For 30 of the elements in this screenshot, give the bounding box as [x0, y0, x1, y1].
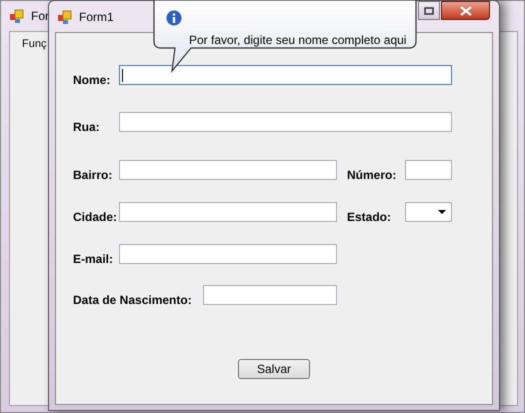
text-caret	[122, 68, 123, 82]
field-label: E-mail:	[73, 251, 114, 268]
input-field[interactable]	[119, 160, 337, 180]
info-icon	[166, 10, 182, 26]
field-label: Rua:	[73, 119, 101, 136]
dropdown-arrow-icon	[438, 210, 446, 214]
input-field[interactable]	[119, 65, 452, 85]
field-label: Cidade:	[73, 209, 118, 226]
field-label: Número:	[347, 167, 398, 184]
input-field[interactable]	[203, 285, 337, 305]
window-title: For	[31, 8, 49, 25]
field-label: Data de Nascimento:	[73, 292, 193, 309]
input-field[interactable]	[405, 160, 452, 180]
field-label: Nome:	[73, 72, 112, 89]
save-button[interactable]: Salvar	[238, 359, 310, 379]
close-icon	[460, 6, 472, 16]
window-title: Form1	[79, 9, 114, 26]
input-field[interactable]	[119, 244, 337, 264]
field-label: Bairro:	[73, 167, 114, 184]
close-button[interactable]	[441, 1, 490, 20]
input-field[interactable]	[119, 202, 337, 222]
restore-icon	[424, 6, 434, 14]
field-label: Estado:	[347, 209, 392, 226]
maximize-button[interactable]	[418, 1, 440, 20]
input-field[interactable]	[119, 112, 452, 132]
menu-item[interactable]: Funç	[22, 36, 46, 52]
dropdown[interactable]	[405, 202, 452, 222]
app-icon	[9, 8, 25, 24]
app-icon	[57, 9, 73, 25]
tooltip-text: Por favor, digite seu nome completo aqui	[189, 32, 406, 49]
